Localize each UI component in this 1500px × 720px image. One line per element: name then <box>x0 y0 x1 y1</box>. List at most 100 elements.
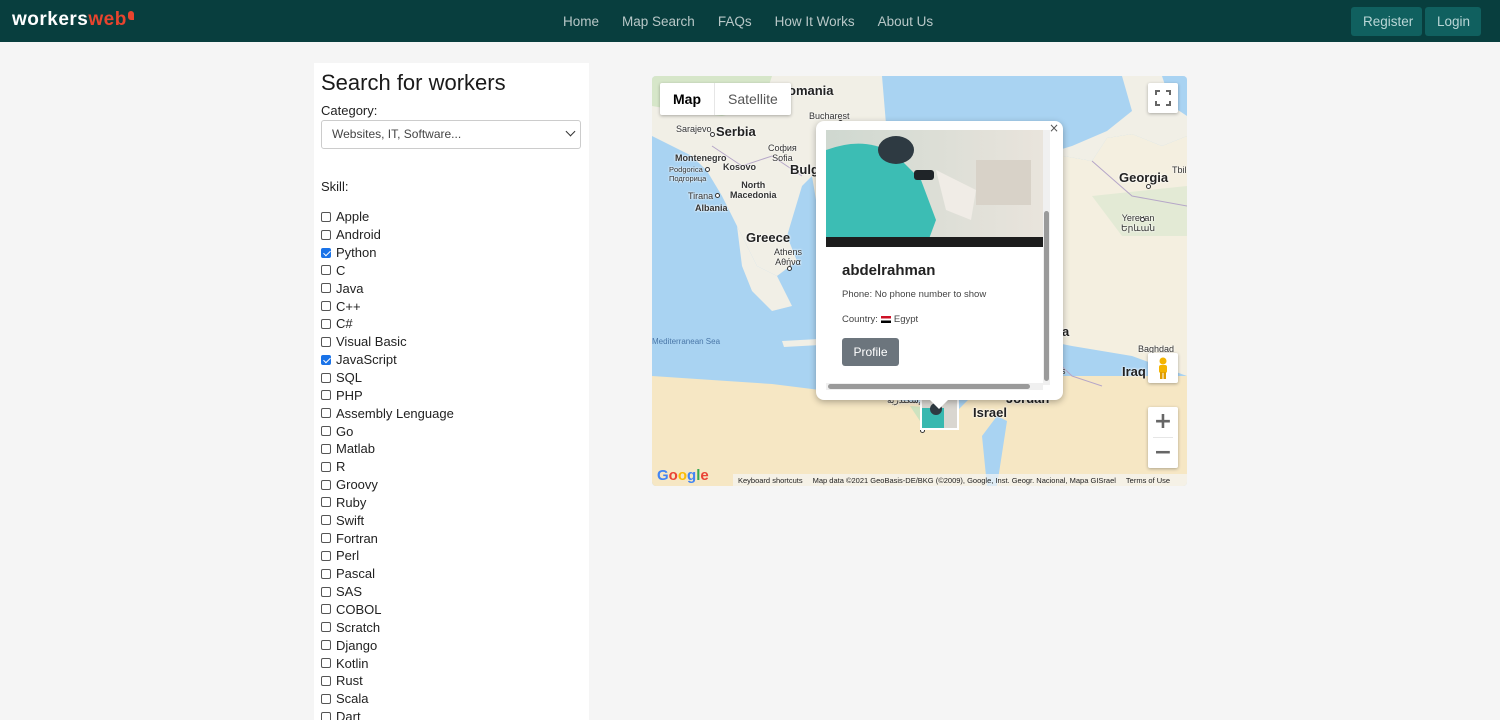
skill-checkbox[interactable] <box>321 479 331 490</box>
street-view-pegman-button[interactable] <box>1148 353 1178 383</box>
skill-checkbox[interactable] <box>321 461 331 472</box>
skill-checkbox-item[interactable]: SQL <box>321 369 454 387</box>
skill-checkbox[interactable] <box>321 229 331 240</box>
map-label-tbil: Tbil <box>1172 165 1187 175</box>
skill-checkbox-item[interactable]: Java <box>321 279 454 297</box>
worker-photo-image <box>826 130 1043 247</box>
skill-checkbox[interactable] <box>321 301 331 312</box>
skill-checkbox[interactable] <box>321 390 331 401</box>
skill-checkbox-item[interactable]: Visual Basic <box>321 333 454 351</box>
google-logo-letter: e <box>700 467 709 484</box>
register-button[interactable]: Register <box>1351 7 1422 36</box>
map-type-map-button[interactable]: Map <box>660 83 715 115</box>
skill-checkbox-item[interactable]: Kotlin <box>321 654 454 672</box>
skill-checkbox-item[interactable]: Swift <box>321 511 454 529</box>
skill-checkbox[interactable] <box>321 318 331 329</box>
skill-checkbox[interactable] <box>321 408 331 419</box>
skill-checkbox[interactable] <box>321 354 331 365</box>
skill-checkbox[interactable] <box>321 283 331 294</box>
skill-checkbox-item[interactable]: Python <box>321 244 454 262</box>
skill-checkbox[interactable] <box>321 515 331 526</box>
skill-checkbox-item[interactable]: Django <box>321 636 454 654</box>
skill-checkbox[interactable] <box>321 265 331 276</box>
terms-of-use-link[interactable]: Terms of Use <box>1126 476 1170 485</box>
city-dot-yerevan <box>1140 217 1145 222</box>
profile-button[interactable]: Profile <box>842 338 899 366</box>
skill-checkbox-item[interactable]: JavaScript <box>321 351 454 369</box>
skill-checkbox-item[interactable]: Pascal <box>321 565 454 583</box>
skill-checkbox[interactable] <box>321 533 331 544</box>
skill-checkbox[interactable] <box>321 426 331 437</box>
skill-checkbox-item[interactable]: Apple <box>321 208 454 226</box>
skill-checkbox[interactable] <box>321 586 331 597</box>
category-select[interactable]: Websites, IT, Software... <box>321 120 581 149</box>
map-label-bulg: Bulg <box>790 162 819 177</box>
skill-checkbox-item[interactable]: Rust <box>321 672 454 690</box>
skill-label-text: Pascal <box>336 566 376 582</box>
skill-checkbox-item[interactable]: Fortran <box>321 529 454 547</box>
skill-checkbox[interactable] <box>321 372 331 383</box>
login-button[interactable]: Login <box>1425 7 1481 36</box>
skill-checkbox-item[interactable]: SAS <box>321 583 454 601</box>
skill-checkbox[interactable] <box>321 604 331 615</box>
skill-checkbox-item[interactable]: C++ <box>321 297 454 315</box>
skill-checkbox-item[interactable]: Assembly Lenguage <box>321 404 454 422</box>
map-type-satellite-button[interactable]: Satellite <box>715 83 791 115</box>
nav-link-home[interactable]: Home <box>563 14 599 29</box>
nav-link-how-it-works[interactable]: How It Works <box>775 14 855 29</box>
worker-name: abdelrahman <box>842 262 936 279</box>
skill-checkbox[interactable] <box>321 711 331 720</box>
map-label-israel: Israel <box>973 405 1007 420</box>
nav-link-faqs[interactable]: FAQs <box>718 14 752 29</box>
skill-label-text: SAS <box>336 584 363 600</box>
skill-checkbox[interactable] <box>321 497 331 508</box>
skill-checkbox[interactable] <box>321 622 331 633</box>
info-window-horizontal-scrollbar[interactable] <box>828 384 1030 389</box>
map[interactable]: omania Bucharest Sarajevo Serbia София S… <box>652 76 1187 486</box>
skill-checkbox-item[interactable]: Go <box>321 422 454 440</box>
skill-checkbox-item[interactable]: Ruby <box>321 494 454 512</box>
skill-checkbox-item[interactable]: Scala <box>321 690 454 708</box>
skill-list: Apple Android Python C Java C++ C# Visual Basic… <box>321 208 454 720</box>
skill-checkbox[interactable] <box>321 693 331 704</box>
skill-checkbox-item[interactable]: Dart <box>321 708 454 720</box>
skill-label-text: Kotlin <box>336 655 369 671</box>
skill-checkbox-item[interactable]: Perl <box>321 547 454 565</box>
skill-label-text: Django <box>336 637 378 653</box>
skill-checkbox-item[interactable]: Android <box>321 226 454 244</box>
logo[interactable]: workersweb <box>12 9 134 31</box>
skill-checkbox-item[interactable]: Groovy <box>321 476 454 494</box>
skill-checkbox[interactable] <box>321 640 331 651</box>
skill-checkbox-item[interactable]: Scratch <box>321 618 454 636</box>
skill-checkbox-item[interactable]: C# <box>321 315 454 333</box>
skill-checkbox-item[interactable]: R <box>321 458 454 476</box>
skill-checkbox-item[interactable]: PHP <box>321 386 454 404</box>
zoom-out-button[interactable]: − <box>1148 438 1178 468</box>
fullscreen-button[interactable] <box>1148 83 1178 113</box>
skill-checkbox[interactable] <box>321 675 331 686</box>
google-logo[interactable]: Google <box>657 467 709 484</box>
skill-label-text: JavaScript <box>336 352 397 368</box>
close-icon[interactable]: × <box>1049 121 1059 135</box>
skill-checkbox[interactable] <box>321 211 331 222</box>
map-label-albania: Albania <box>695 203 728 213</box>
google-logo-text: Google <box>657 467 709 484</box>
skill-checkbox-item[interactable]: Matlab <box>321 440 454 458</box>
skill-checkbox[interactable] <box>321 568 331 579</box>
skill-checkbox[interactable] <box>321 336 331 347</box>
skill-label-text: Visual Basic <box>336 334 407 350</box>
keyboard-shortcuts-link[interactable]: Keyboard shortcuts <box>738 476 803 485</box>
nav-link-map-search[interactable]: Map Search <box>622 14 695 29</box>
nav-link-about-us[interactable]: About Us <box>878 14 934 29</box>
search-panel: Search for workers Category: Websites, I… <box>314 63 589 720</box>
skill-checkbox[interactable] <box>321 247 331 258</box>
skill-checkbox[interactable] <box>321 658 331 669</box>
skill-checkbox-item[interactable]: COBOL <box>321 601 454 619</box>
skill-label-text: Groovy <box>336 477 378 493</box>
zoom-in-button[interactable]: + <box>1148 407 1178 437</box>
skill-checkbox-item[interactable]: C <box>321 262 454 280</box>
skill-checkbox[interactable] <box>321 443 331 454</box>
info-window-vertical-scrollbar[interactable] <box>1044 211 1049 381</box>
pegman-icon <box>1159 357 1167 379</box>
skill-checkbox[interactable] <box>321 550 331 561</box>
